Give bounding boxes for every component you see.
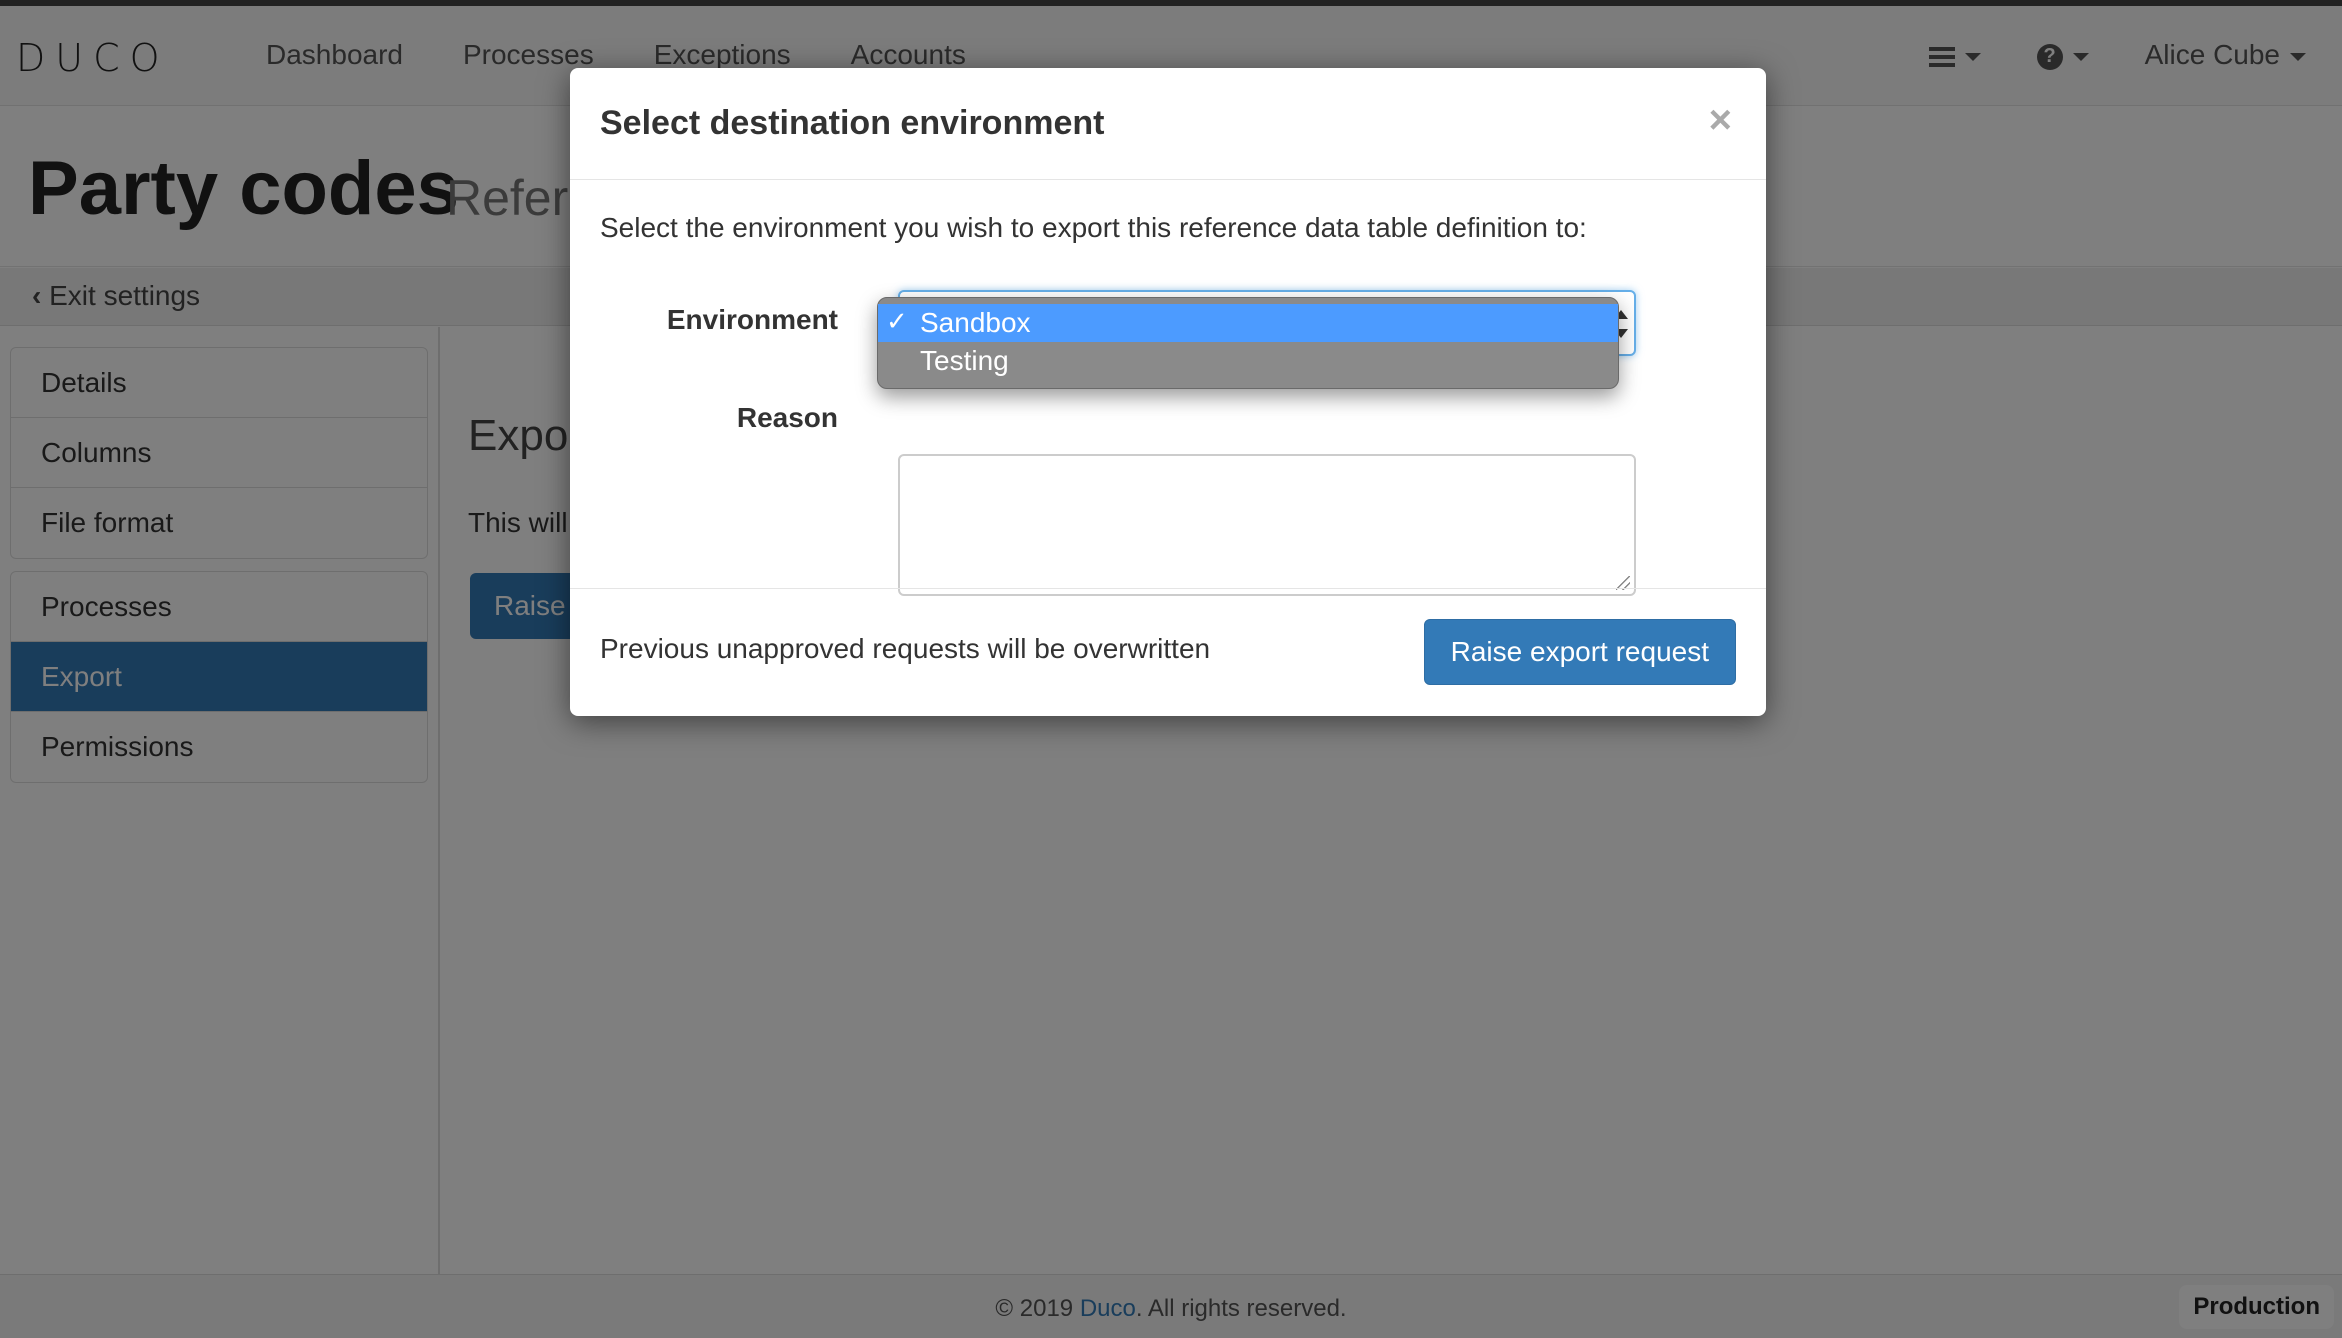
option-label: Testing: [920, 345, 1009, 376]
checkmark-icon: ✓: [886, 306, 908, 336]
option-label: Sandbox: [920, 307, 1031, 338]
modal-footer: Previous unapproved requests will be ove…: [570, 588, 1766, 716]
modal-title: Select destination environment: [600, 104, 1105, 142]
environment-dropdown-list: ✓ Sandbox Testing: [877, 297, 1619, 389]
reason-textarea[interactable]: [898, 454, 1636, 596]
environment-label: Environment: [666, 304, 838, 335]
reason-label: Reason: [736, 402, 838, 433]
dropdown-option-sandbox[interactable]: ✓ Sandbox: [878, 304, 1618, 342]
overwrite-note: Previous unapproved requests will be ove…: [600, 633, 1211, 664]
dropdown-option-testing[interactable]: Testing: [878, 342, 1618, 380]
export-modal: Select destination environment × Select …: [570, 68, 1766, 716]
raise-export-request-button[interactable]: Raise export request: [1423, 619, 1736, 685]
modal-instruction: Select the environment you wish to expor…: [600, 212, 1587, 243]
modal-header: Select destination environment ×: [570, 68, 1766, 180]
close-icon[interactable]: ×: [1709, 98, 1732, 143]
